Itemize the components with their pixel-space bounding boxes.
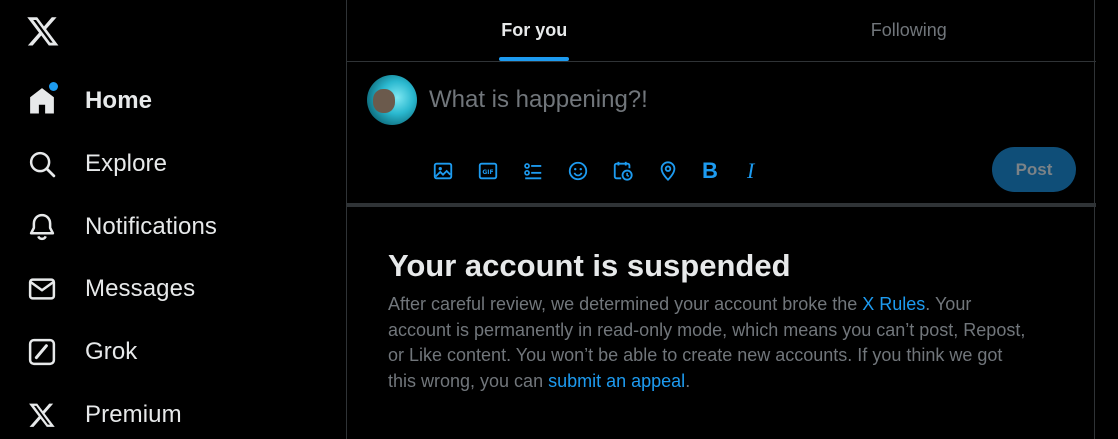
tab-for-you[interactable]: For you xyxy=(347,0,722,61)
avatar[interactable] xyxy=(367,75,417,125)
composer-toolbar: GIF B I xyxy=(431,157,791,185)
svg-text:GIF: GIF xyxy=(482,169,493,176)
gif-icon[interactable]: GIF xyxy=(476,157,521,185)
notice-body: After careful review, we determined your… xyxy=(388,292,1028,394)
composer-input[interactable]: What is happening?! xyxy=(429,86,648,114)
submit-appeal-link[interactable]: submit an appeal xyxy=(548,371,685,391)
main-column: For you Following What is happening?! GI… xyxy=(346,0,1096,439)
notice-text: . xyxy=(685,370,691,391)
avatar-image xyxy=(373,89,395,113)
sidebar-item-notifications[interactable]: Notifications xyxy=(26,207,217,247)
x-logo-icon xyxy=(26,399,58,431)
sidebar-item-label: Grok xyxy=(85,338,138,365)
tab-label: For you xyxy=(501,20,568,40)
sidebar-item-label: Explore xyxy=(85,150,168,177)
search-icon xyxy=(26,148,58,180)
sidebar-item-explore[interactable]: Explore xyxy=(26,144,167,184)
timeline-tabs: For you Following xyxy=(347,0,1096,62)
sidebar: Home Explore Notifications Messages Grok xyxy=(0,0,346,439)
location-icon[interactable] xyxy=(656,157,701,185)
schedule-icon[interactable] xyxy=(611,157,656,185)
tab-following[interactable]: Following xyxy=(722,0,1097,61)
sidebar-item-label: Premium xyxy=(85,401,182,428)
home-icon xyxy=(26,82,58,117)
x-rules-link[interactable]: X Rules xyxy=(862,294,925,314)
suspension-notice: Your account is suspended After careful … xyxy=(388,246,1028,394)
emoji-icon[interactable] xyxy=(566,157,611,185)
notice-text: After careful review, we determined your… xyxy=(388,294,863,314)
post-composer: What is happening?! GIF B I Post xyxy=(347,62,1096,207)
notice-title: Your account is suspended xyxy=(388,248,791,283)
tab-label: Following xyxy=(870,20,947,40)
sidebar-item-grok[interactable]: Grok xyxy=(26,332,137,372)
app-root: Home Explore Notifications Messages Grok xyxy=(0,0,1118,439)
notification-dot xyxy=(49,82,58,91)
active-tab-indicator xyxy=(499,57,570,61)
grok-icon xyxy=(26,336,58,368)
sidebar-item-label: Home xyxy=(85,87,153,114)
sidebar-item-label: Notifications xyxy=(85,213,218,240)
sidebar-item-messages[interactable]: Messages xyxy=(26,269,195,309)
post-button[interactable]: Post xyxy=(992,147,1076,192)
sidebar-item-home[interactable]: Home xyxy=(26,81,152,121)
sidebar-item-label: Messages xyxy=(85,275,196,302)
envelope-icon xyxy=(26,273,58,305)
x-logo-icon[interactable] xyxy=(26,14,60,48)
bell-icon xyxy=(26,211,58,243)
poll-icon[interactable] xyxy=(521,157,566,185)
sidebar-item-premium[interactable]: Premium xyxy=(26,395,182,435)
bold-icon[interactable]: B xyxy=(701,157,746,185)
italic-icon[interactable]: I xyxy=(746,157,791,185)
image-icon[interactable] xyxy=(431,157,476,185)
